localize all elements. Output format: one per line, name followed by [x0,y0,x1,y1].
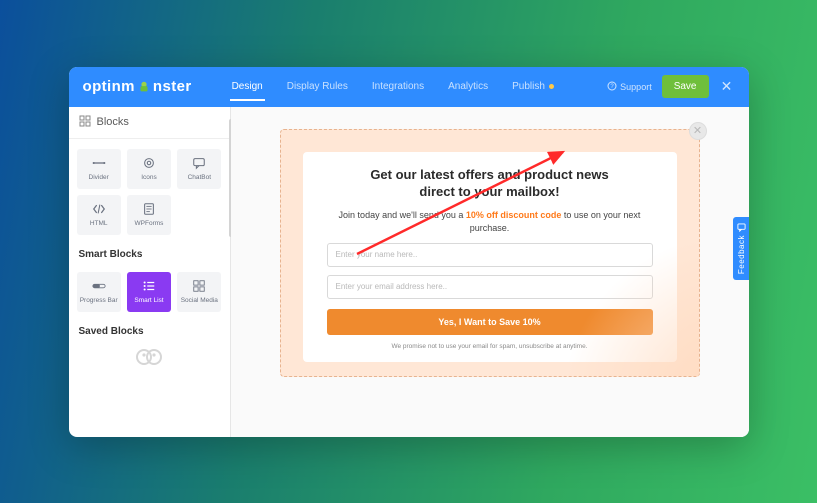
tab-design-label: Design [232,81,263,92]
name-placeholder: Enter your name here.. [336,250,418,259]
popup-heading-l1: Get our latest offers and product news [370,167,608,182]
block-icons-label: Icons [141,174,157,181]
canvas: ✕ Get our latest offers and product news… [231,107,749,437]
block-divider[interactable]: Divider [77,149,121,189]
save-button-label: Save [674,81,697,92]
block-wpforms[interactable]: WPForms [127,195,171,235]
saved-placeholder-icon [132,345,166,367]
support-icon: ? [607,81,617,93]
sidebar-saved-title: Saved Blocks [69,318,230,339]
block-chatbot[interactable]: ChatBot [177,149,221,189]
tab-analytics[interactable]: Analytics [436,67,500,107]
block-social-label: Social Media [181,297,218,304]
sidebar: Blocks Divider Icons ChatBot HTML WPForm… [69,107,231,437]
name-input[interactable]: Enter your name here.. [327,243,653,267]
popup-content: Get our latest offers and product news d… [303,152,677,362]
popup-subtext: Join today and we'll send you a 10% off … [327,209,653,235]
saved-blocks-area [69,339,230,367]
block-html[interactable]: HTML [77,195,121,235]
tab-analytics-label: Analytics [448,81,488,92]
close-editor-button[interactable]: ✕ [719,79,735,95]
support-label: Support [620,82,652,92]
popup-close-button[interactable]: ✕ [689,122,707,140]
sidebar-blocks-title: Blocks [97,116,129,128]
brand-mark-icon [137,80,151,94]
feedback-tab[interactable]: Feedback [733,217,749,280]
submit-label: Yes, I Want to Save 10% [438,317,540,327]
tab-display-rules[interactable]: Display Rules [275,67,360,107]
sidebar-smart-title: Smart Blocks [69,241,230,262]
block-smart-list-label: Smart List [134,297,163,304]
brand-text-a: optinm [83,78,135,95]
sidebar-smart-blocks: Progress Bar Smart List Social Media [69,262,230,318]
block-chatbot-label: ChatBot [188,174,212,181]
tab-publish-label: Publish [512,81,545,92]
block-smart-list[interactable]: Smart List [127,272,171,312]
email-placeholder: Enter your email address here.. [336,282,448,291]
block-progress-label: Progress Bar [80,297,118,304]
brand-logo: optinm nster [83,78,192,95]
support-link[interactable]: ? Support [607,81,652,93]
sidebar-blocks: Divider Icons ChatBot HTML WPForms [69,139,230,241]
block-divider-label: Divider [89,174,109,181]
app-window: optinm nster Design Display Rules Integr… [69,67,749,437]
block-wpforms-label: WPForms [135,220,164,227]
save-button[interactable]: Save [662,75,709,98]
block-social-media[interactable]: Social Media [177,272,221,312]
submit-button[interactable]: Yes, I Want to Save 10% [327,309,653,335]
tab-design[interactable]: Design [220,67,275,107]
tab-publish[interactable]: Publish [500,67,566,107]
blocks-icon [79,115,91,130]
topbar: optinm nster Design Display Rules Integr… [69,67,749,107]
popup-heading-l2: direct to your mailbox! [419,184,559,199]
nav: Design Display Rules Integrations Analyt… [220,67,566,107]
popup-frame: ✕ Get our latest offers and product news… [280,129,700,377]
popup-sub-pre: Join today and we'll send you a [339,210,466,220]
publish-dot-icon [549,84,554,89]
popup-heading: Get our latest offers and product news d… [327,166,653,201]
email-input[interactable]: Enter your email address here.. [327,275,653,299]
sidebar-header: Blocks [69,107,230,139]
tab-integrations-label: Integrations [372,81,424,92]
block-html-label: HTML [90,220,108,227]
tab-display-rules-label: Display Rules [287,81,348,92]
block-icons[interactable]: Icons [127,149,171,189]
body: Blocks Divider Icons ChatBot HTML WPForm… [69,107,749,437]
feedback-icon [737,223,746,232]
tab-integrations[interactable]: Integrations [360,67,436,107]
brand-text-b: nster [153,78,192,95]
popup-sub-highlight: 10% off discount code [466,210,562,220]
popup-disclaimer: We promise not to use your email for spa… [327,343,653,350]
feedback-label: Feedback [737,235,746,274]
topbar-right: ? Support Save ✕ [607,75,734,98]
block-progress-bar[interactable]: Progress Bar [77,272,121,312]
